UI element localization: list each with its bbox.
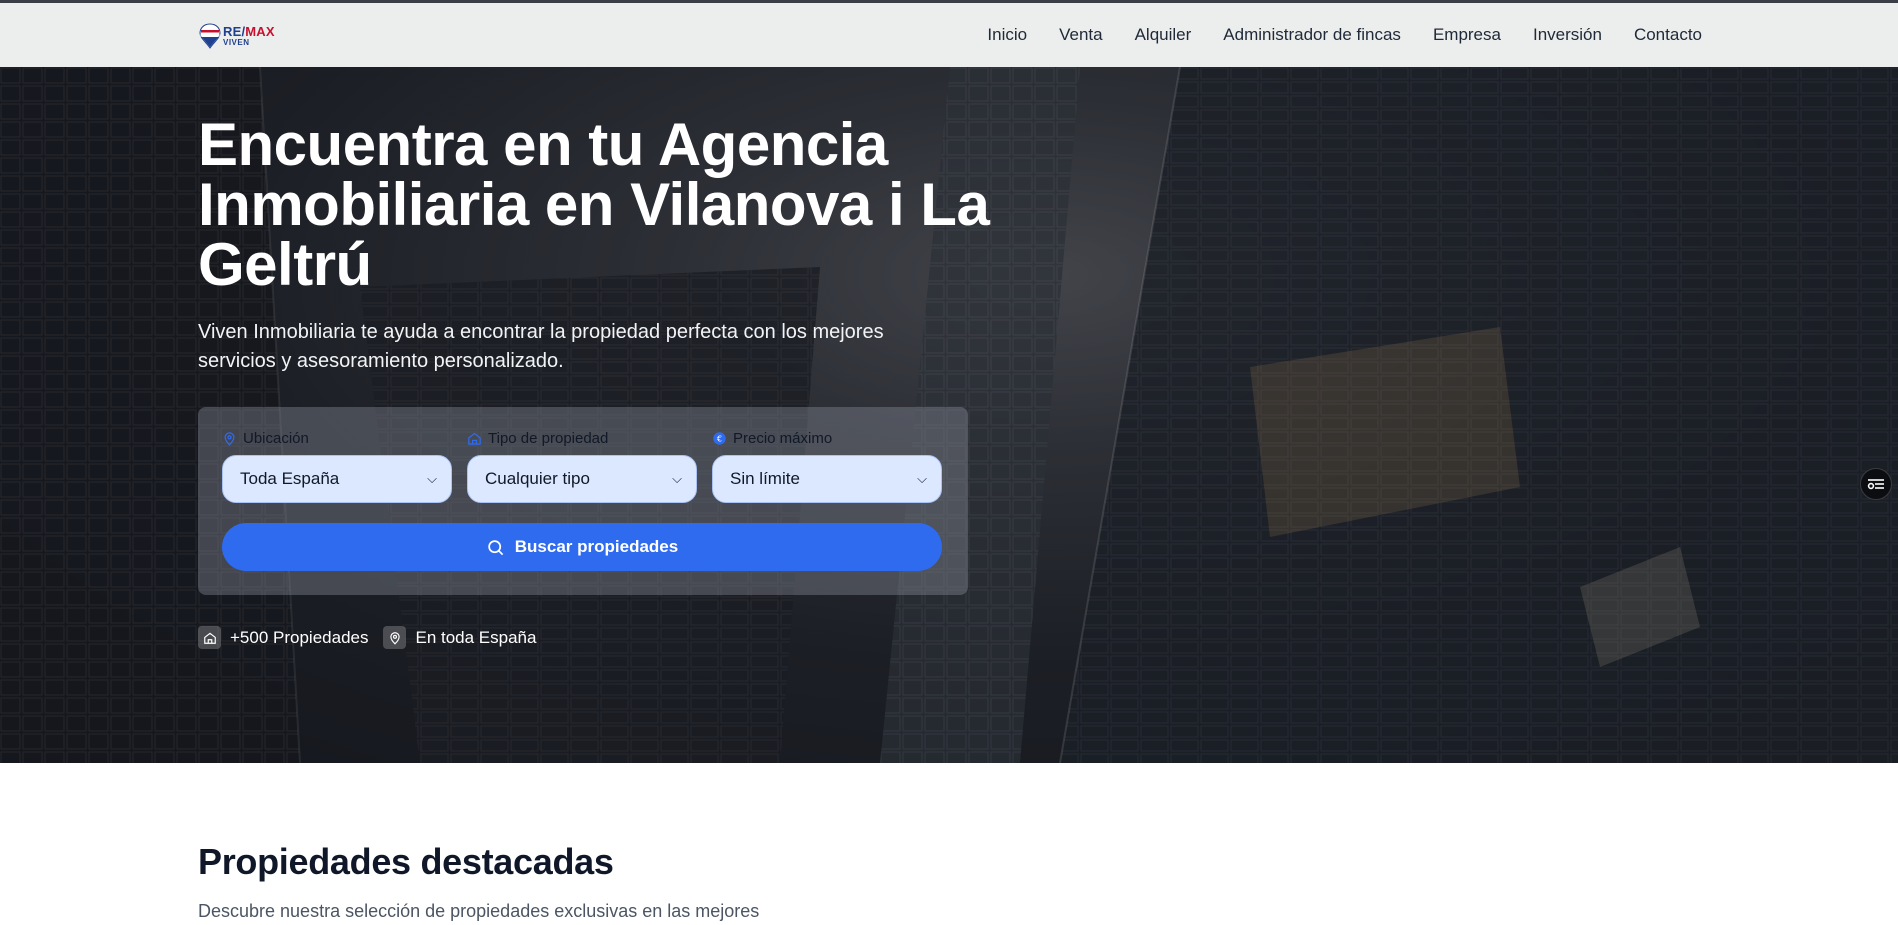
hero-title: Encuentra en tu Agencia Inmobiliaria en …: [198, 111, 990, 298]
svg-text:€: €: [717, 433, 722, 443]
map-pin-icon: [383, 626, 407, 649]
location-field: Ubicación Toda España ⌵: [222, 429, 452, 503]
location-label: Ubicación: [243, 429, 309, 447]
balloon-logo-icon: [199, 23, 221, 49]
price-select[interactable]: Sin límite ⌵: [712, 455, 942, 503]
chevron-down-icon: ⌵: [427, 471, 437, 486]
search-form: Ubicación Toda España ⌵ Tipo de propieda…: [198, 407, 968, 595]
type-label: Tipo de propiedad: [488, 429, 609, 447]
main-nav: Inicio Venta Alquiler Administrador de f…: [987, 3, 1702, 67]
nav-item-empresa[interactable]: Empresa: [1433, 25, 1501, 45]
nav-item-administrador[interactable]: Administrador de fincas: [1223, 25, 1401, 45]
stat-properties: +500 Propiedades: [198, 626, 368, 649]
stat-coverage: En toda España: [383, 626, 536, 649]
chevron-down-icon: ⌵: [917, 471, 927, 486]
hero-section: Encuentra en tu Agencia Inmobiliaria en …: [0, 67, 1898, 763]
logo-text-max: MAX: [245, 24, 275, 39]
hero-subtitle: Viven Inmobiliaria te ayuda a encontrar …: [198, 321, 884, 372]
home-icon: [198, 626, 221, 649]
site-header: RE/MAX VIVEN Inicio Venta Alquiler Admin…: [0, 3, 1898, 67]
price-field: € Precio máximo Sin límite ⌵: [712, 429, 942, 503]
type-field: Tipo de propiedad Cualquier tipo ⌵: [467, 429, 697, 503]
search-icon: [488, 539, 504, 555]
featured-subtitle: Descubre nuestra selección de propiedade…: [198, 901, 760, 921]
location-select[interactable]: Toda España ⌵: [222, 455, 452, 503]
logo-text-re: RE/: [223, 24, 246, 39]
settings-sliders-icon: [1867, 479, 1884, 490]
settings-sliders-button[interactable]: [1860, 468, 1892, 500]
search-button[interactable]: Buscar propiedades: [222, 523, 942, 571]
price-select-value: Sin límite: [730, 469, 800, 488]
search-button-label: Buscar propiedades: [514, 537, 679, 556]
euro-icon: €: [713, 431, 726, 445]
stat-properties-label: +500 Propiedades: [230, 627, 369, 647]
nav-item-venta[interactable]: Venta: [1059, 25, 1103, 45]
logo[interactable]: RE/MAX VIVEN: [199, 21, 279, 51]
nav-item-contacto[interactable]: Contacto: [1634, 25, 1702, 45]
price-label: Precio máximo: [733, 429, 833, 447]
home-icon: [468, 432, 481, 445]
stat-coverage-label: En toda España: [415, 627, 537, 647]
nav-item-inversion[interactable]: Inversión: [1533, 25, 1602, 45]
nav-item-alquiler[interactable]: Alquiler: [1135, 25, 1192, 45]
hero-stats: +500 Propiedades En toda España: [198, 626, 536, 649]
map-pin-icon: [224, 431, 235, 446]
location-select-value: Toda España: [240, 469, 340, 488]
type-select-value: Cualquier tipo: [485, 469, 590, 488]
chevron-down-icon: ⌵: [672, 471, 682, 486]
logo-subtext: VIVEN: [223, 38, 250, 47]
type-select[interactable]: Cualquier tipo ⌵: [467, 455, 697, 503]
featured-title: Propiedades destacadas: [198, 841, 614, 882]
nav-item-inicio[interactable]: Inicio: [987, 25, 1027, 45]
